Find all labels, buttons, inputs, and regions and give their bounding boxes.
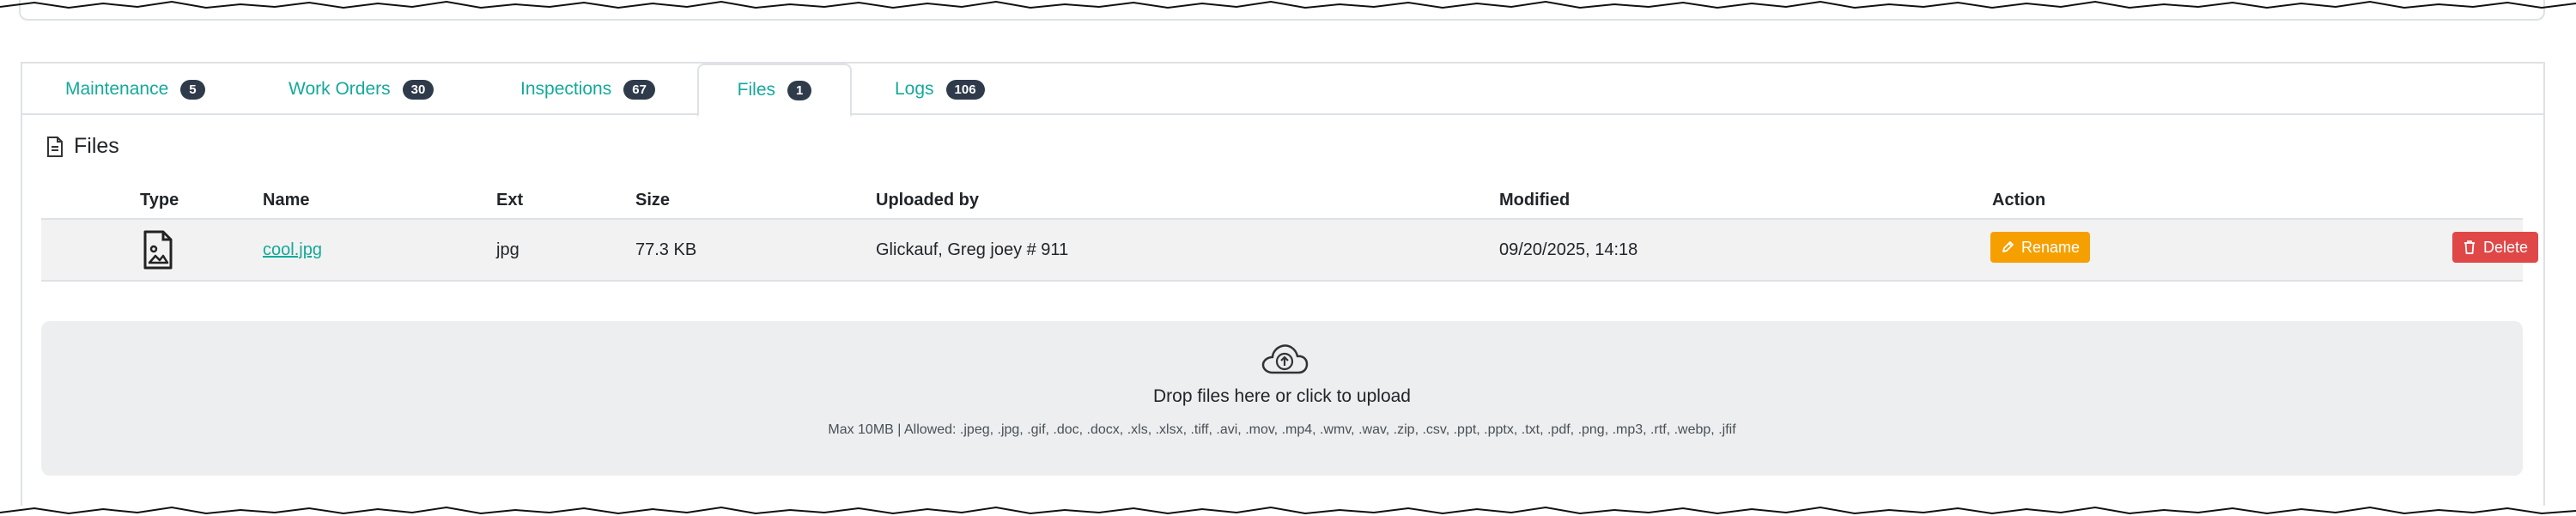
section-title-text: Files [74,134,119,158]
tab-label: Files [737,80,775,100]
document-icon [47,136,63,157]
count-badge: 5 [180,79,205,100]
tab-label: Work Orders [289,79,391,99]
tab-logs[interactable]: Logs 106 [895,64,985,115]
header-action: Action [1992,191,2046,209]
count-badge: 67 [623,79,655,100]
header-uploaded-by: Uploaded by [876,191,980,209]
file-size: 77.3 KB [635,240,697,259]
files-card: Maintenance 5 Work Orders 30 Inspections… [21,62,2545,508]
tab-files[interactable]: Files 1 [697,64,852,117]
count-badge: 30 [402,79,434,100]
torn-top-edge [0,0,2576,9]
delete-label: Delete [2483,238,2529,256]
rename-label: Rename [2021,238,2081,256]
count-badge: 106 [945,79,985,100]
upload-title: Drop files here or click to upload [1153,386,1411,406]
tab-maintenance[interactable]: Maintenance 5 [65,64,205,115]
upload-dropzone[interactable]: Drop files here or click to upload Max 1… [41,321,2523,476]
section-title: Files [46,134,119,159]
pencil-icon [2002,241,2014,252]
header-ext: Ext [496,191,524,209]
file-ext: jpg [496,240,519,259]
upload-hint: Max 10MB | Allowed: .jpeg, .jpg, .gif, .… [828,422,1736,437]
modified-date: 09/20/2025, 14:18 [1499,240,1638,259]
cloud-upload-icon [1261,344,1309,374]
header-type: Type [140,191,179,209]
tab-inspections[interactable]: Inspections 67 [520,64,655,115]
image-file-icon [143,230,173,270]
delete-button[interactable]: Delete [2452,232,2539,263]
table-row: cool.jpg jpg 77.3 KB Glickauf, Greg joey… [41,218,2539,282]
header-modified: Modified [1499,191,1571,209]
header-size: Size [635,191,671,209]
file-name-link[interactable]: cool.jpg [263,240,322,260]
tab-label: Logs [895,79,934,99]
torn-bottom-edge [0,506,2576,515]
tab-bar: Maintenance 5 Work Orders 30 Inspections… [22,64,2543,117]
tab-label: Maintenance [65,79,169,99]
count-badge: 1 [787,80,812,100]
uploaded-by: Glickauf, Greg joey # 911 [876,240,1069,259]
table-header: Type Name Ext Size Uploaded by Modified … [41,177,2523,220]
rename-button[interactable]: Rename [1990,232,2091,263]
header-name: Name [263,191,310,209]
tab-label: Inspections [520,79,612,99]
tab-work-orders[interactable]: Work Orders 30 [289,64,434,115]
trash-icon [2464,240,2475,254]
